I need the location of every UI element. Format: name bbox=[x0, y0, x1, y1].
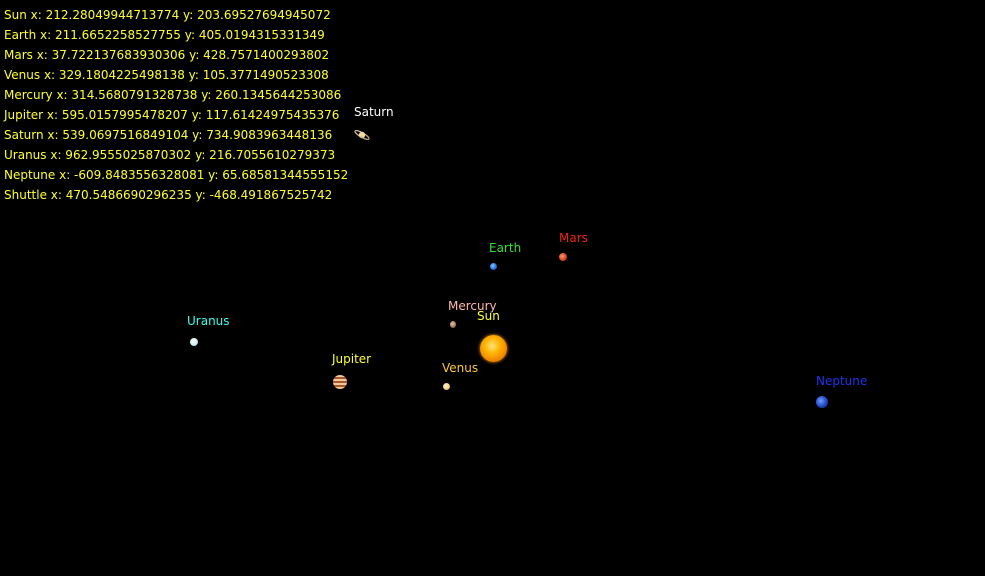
mercury-coordinates: Mercury x: 314.5680791328738 y: 260.1345… bbox=[4, 88, 342, 102]
saturn-label: Saturn bbox=[354, 105, 394, 119]
neptune-label: Neptune bbox=[816, 374, 868, 388]
earth-label: Earth bbox=[489, 241, 522, 255]
neptune-coordinates: Neptune x: -609.8483556328081 y: 65.6858… bbox=[4, 168, 349, 182]
coordinates-readout-panel: Sun x: 212.28049944713774 y: 203.6952769… bbox=[4, 5, 348, 205]
jupiter-icon[interactable] bbox=[333, 375, 347, 389]
mars-label: Mars bbox=[559, 231, 588, 245]
earth-icon[interactable] bbox=[490, 263, 497, 270]
earth-coordinates: Earth x: 211.6652258527755 y: 405.019431… bbox=[4, 28, 325, 42]
sun-label: Sun bbox=[477, 309, 500, 323]
neptune-icon[interactable] bbox=[816, 396, 828, 408]
sun-coordinates: Sun x: 212.28049944713774 y: 203.6952769… bbox=[4, 8, 331, 22]
venus-coordinates: Venus x: 329.1804225498138 y: 105.377149… bbox=[4, 68, 329, 82]
venus-label: Venus bbox=[442, 361, 479, 375]
venus-icon[interactable] bbox=[443, 383, 450, 390]
mars-icon[interactable] bbox=[559, 253, 567, 261]
jupiter-coordinates: Jupiter x: 595.0157995478207 y: 117.6142… bbox=[4, 108, 340, 122]
jupiter-label: Jupiter bbox=[332, 352, 372, 366]
solar-system-canvas[interactable]: Sun x: 212.28049944713774 y: 203.6952769… bbox=[0, 0, 985, 576]
uranus-coordinates: Uranus x: 962.9555025870302 y: 216.70556… bbox=[4, 148, 336, 162]
uranus-icon[interactable] bbox=[190, 338, 198, 346]
mars-coordinates: Mars x: 37.722137683930306 y: 428.757140… bbox=[4, 48, 330, 62]
saturn-coordinates: Saturn x: 539.0697516849104 y: 734.90839… bbox=[4, 128, 333, 142]
uranus-label: Uranus bbox=[187, 314, 230, 328]
saturn-icon[interactable] bbox=[353, 128, 371, 142]
mercury-icon[interactable] bbox=[450, 321, 456, 328]
sun-icon[interactable] bbox=[480, 335, 507, 362]
shuttle-coordinates: Shuttle x: 470.5486690296235 y: -468.491… bbox=[4, 188, 333, 202]
